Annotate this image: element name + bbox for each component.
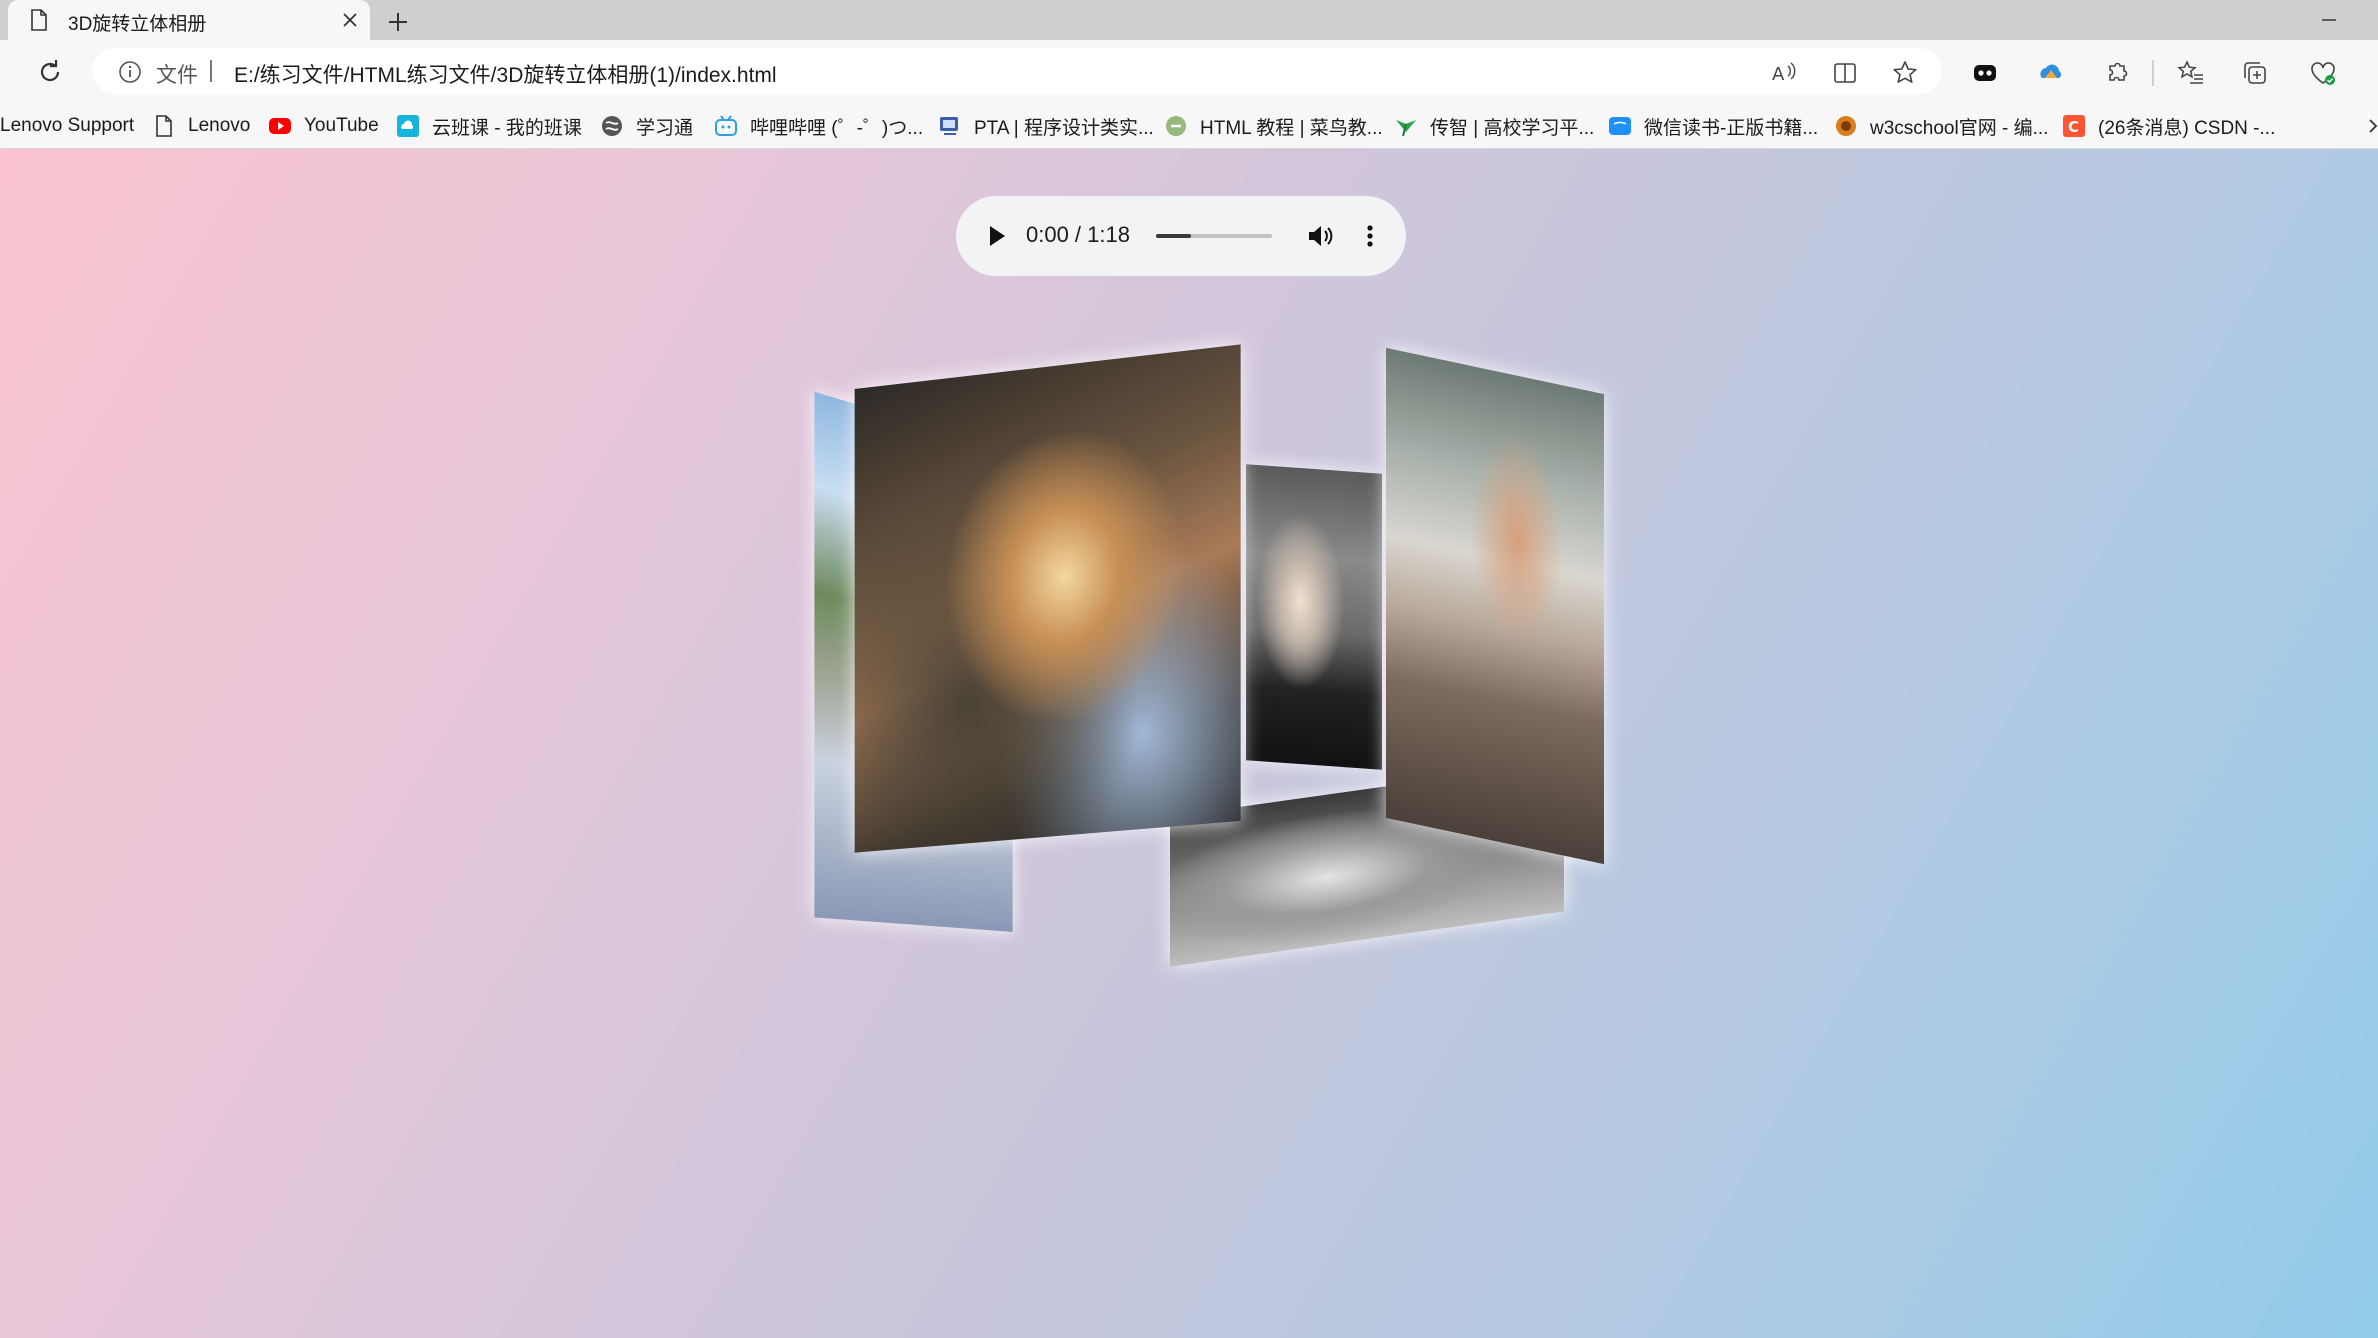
tab-active[interactable]: 3D旋转立体相册 [8,0,370,40]
browser-essentials-icon[interactable] [2308,58,2338,88]
bookmark-youtube[interactable]: YouTube [268,104,379,148]
bookmark-label: Lenovo Support [0,115,135,136]
tab-strip: 3D旋转立体相册 [0,0,2378,40]
bookmark-runoob[interactable]: HTML 教程 | 菜鸟教... [1164,104,1383,148]
bookmark-bilibili[interactable]: 哔哩哔哩 (゜-゜)つ... [714,104,923,148]
svg-text:A: A [1772,64,1785,85]
bookmark-w3cschool[interactable]: w3cschool官网 - 编... [1834,104,2048,148]
bookmark-label: 云班课 - 我的班课 [432,117,582,139]
bilibili-icon [715,115,737,136]
favorites-list-icon[interactable] [2176,58,2206,88]
new-tab-button[interactable] [382,6,414,38]
bookmark-xuexitong[interactable]: 学习通 [600,104,693,148]
photo-right[interactable] [1386,347,1604,865]
cloud-class-icon [397,115,419,137]
bookmark-lenovo[interactable]: Lenovo [152,104,250,148]
split-screen-icon[interactable] [1830,58,1860,88]
page-viewport: 0:00 / 1:18 [0,149,2378,1338]
bookmark-label: 传智 | 高校学习平... [1430,117,1595,139]
bookmark-label: 学习通 [636,117,694,139]
pta-icon [940,117,958,135]
info-icon[interactable] [118,60,142,89]
xuexitong-icon [602,116,622,136]
scheme-label: 文件 [156,64,198,87]
address-divider [210,60,212,82]
favorite-star-icon[interactable] [1890,58,1920,88]
bookmark-label: (26条消息) CSDN -... [2098,117,2276,139]
bookmark-cloud-class[interactable]: 云班课 - 我的班课 [396,104,582,148]
bookmark-pta[interactable]: PTA | 程序设计类实... [938,104,1154,148]
minimize-window-button[interactable] [2314,6,2344,34]
bookmarks-overflow-icon[interactable] [2368,114,2378,138]
photo-front[interactable] [854,344,1241,853]
address-bar[interactable]: 文件 E:/练习文件/HTML练习文件/3D旋转立体相册(1)/index.ht… [92,48,1942,94]
carousel-3d [0,149,2378,1338]
svg-text:C: C [2068,118,2079,136]
tab-title: 3D旋转立体相册 [68,14,207,35]
extensions-puzzle-icon[interactable] [2102,58,2132,88]
bookmark-chuanzhi[interactable]: 传智 | 高校学习平... [1394,104,1594,148]
read-aloud-icon[interactable]: A [1770,58,1800,88]
bookmark-label: HTML 教程 | 菜鸟教... [1200,117,1383,139]
url-text[interactable]: E:/练习文件/HTML练习文件/3D旋转立体相册(1)/index.html [234,59,777,89]
bookmarks-bar: Lenovo Support Lenovo YouTube 云班课 - 我的班课… [0,104,2378,149]
youtube-icon [269,118,291,134]
bookmark-weread[interactable]: 微信读书-正版书籍... [1608,104,1818,148]
w3cschool-icon [1836,116,1856,136]
bookmark-label: w3cschool官网 - 编... [1870,117,2049,139]
close-tab-icon[interactable] [338,8,362,32]
bookmark-csdn[interactable]: C (26条消息) CSDN -... [2062,104,2275,148]
cloud-extension-icon[interactable] [2036,58,2066,88]
page-icon [156,115,172,137]
collections-icon[interactable] [2240,58,2270,88]
csdn-icon: C [2063,115,2085,137]
toolbar-divider [2152,60,2154,86]
chuanzhi-icon [1396,120,1416,137]
games-icon[interactable] [1970,58,2000,88]
photo-mid[interactable] [1246,464,1382,770]
bookmark-label: Lenovo [188,115,251,136]
bookmark-label: YouTube [304,115,379,136]
page-icon [30,9,48,36]
reload-icon[interactable] [34,56,66,88]
browser-toolbar: 文件 E:/练习文件/HTML练习文件/3D旋转立体相册(1)/index.ht… [0,40,2378,104]
runoob-icon [1166,116,1186,136]
weread-icon [1609,117,1631,135]
bookmark-label: 哔哩哔哩 (゜-゜)つ... [750,117,924,139]
bookmark-label: 微信读书-正版书籍... [1644,117,1819,139]
bookmark-label: PTA | 程序设计类实... [974,117,1154,139]
bookmark-lenovo-support[interactable]: Lenovo Support [0,104,134,148]
